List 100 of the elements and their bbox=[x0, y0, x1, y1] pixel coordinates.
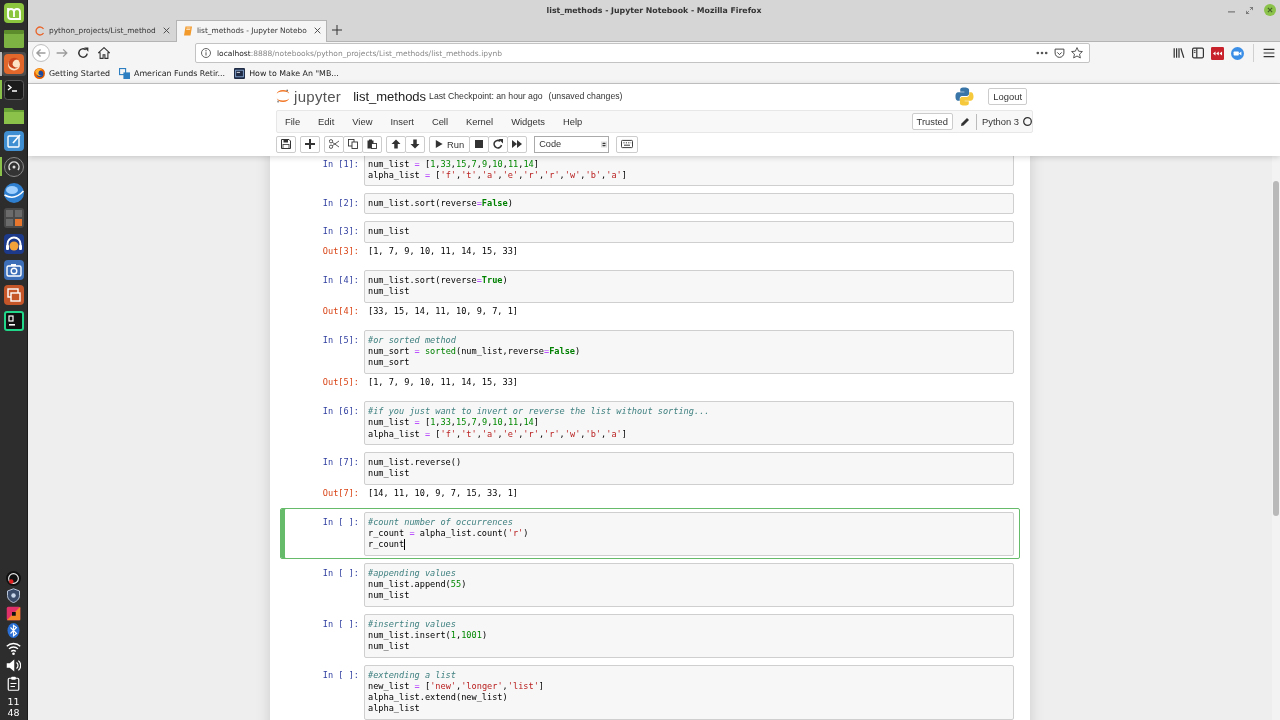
menu-item[interactable]: Insert bbox=[381, 116, 423, 127]
cell-type-select[interactable]: Code bbox=[534, 135, 610, 153]
code-input[interactable]: num_list.sort(reverse=False) bbox=[364, 193, 1014, 215]
home-icon[interactable] bbox=[97, 47, 110, 59]
clipboard-icon[interactable] bbox=[6, 675, 21, 691]
logo-text[interactable]: jupyter bbox=[294, 88, 342, 104]
pencil-icon[interactable] bbox=[960, 116, 970, 127]
code-cell[interactable]: In [ ]: #inserting values num_list.insert(1,1001) num_list bbox=[280, 610, 1020, 661]
reload-icon[interactable] bbox=[76, 47, 89, 59]
globe-icon[interactable] bbox=[4, 182, 24, 203]
plus-icon[interactable] bbox=[332, 24, 342, 35]
code-input[interactable]: #or sorted method num_sort = sorted(num_list,reverse=False) num_sort bbox=[364, 329, 1014, 374]
code-line: #inserting values bbox=[368, 618, 456, 630]
restart-button[interactable] bbox=[488, 135, 509, 153]
menu-item[interactable]: Kernel bbox=[457, 116, 503, 127]
browser-icon bbox=[34, 68, 45, 79]
code-input[interactable]: num_list.sort(reverse=True) num_list bbox=[364, 270, 1014, 303]
keyboard-button[interactable] bbox=[616, 135, 639, 153]
library-icon[interactable] bbox=[1173, 47, 1185, 59]
menu-item[interactable]: Help bbox=[554, 116, 592, 127]
volume-icon[interactable] bbox=[6, 658, 21, 673]
sidebar-icon[interactable] bbox=[1192, 47, 1204, 59]
code-line: #count number of occurrences bbox=[368, 516, 513, 529]
windows-icon[interactable] bbox=[4, 285, 24, 306]
camera-icon[interactable] bbox=[4, 259, 24, 280]
move-up-button[interactable] bbox=[386, 135, 406, 153]
code-input[interactable]: #inserting values num_list.insert(1,1001) num_list bbox=[364, 613, 1014, 658]
headphones-icon[interactable] bbox=[4, 234, 24, 255]
pocket-icon[interactable] bbox=[1054, 47, 1065, 59]
folder-icon[interactable] bbox=[4, 105, 24, 126]
arrow-down-icon bbox=[410, 139, 420, 149]
code-cell[interactable]: In [6]: #if you just want to invert or reverse the list without sorting... num_list = [1,33,15,7,9,10,11,14] alpha_list = ['f','t','a','e','r','r','w','b','a'] bbox=[280, 397, 1020, 449]
code-input[interactable]: #extending a list new_list = ['new','longer','list'] alpha_list.extend(new_list) alpha_list bbox=[364, 664, 1014, 720]
window-icon[interactable] bbox=[4, 28, 24, 49]
terminal-icon[interactable] bbox=[4, 79, 24, 100]
star-icon[interactable] bbox=[1071, 47, 1083, 59]
code-line: num_list.insert(1,1001) bbox=[368, 629, 488, 642]
code-cell[interactable]: In [2]: num_list.sort(reverse=False) bbox=[280, 189, 1020, 218]
code-cell[interactable]: In [ ]: #appending values num_list.append(55) num_list bbox=[280, 559, 1020, 611]
menu-item[interactable]: View bbox=[343, 116, 382, 127]
code-cell[interactable]: In [4]: num_list.sort(reverse=True) num_list Out[4]: [33, 15, 14, 11, 10, 9, 7, 1] bbox=[280, 266, 1020, 327]
close-icon[interactable] bbox=[314, 27, 321, 34]
app-tile-icon[interactable] bbox=[6, 605, 21, 621]
code-cell[interactable]: In [ ]: #extending a list new_list = ['new','longer','list'] alpha_list.extend(new_list) alpha_list bbox=[280, 661, 1020, 720]
cut-button[interactable] bbox=[324, 135, 344, 153]
menu-item[interactable]: Cell bbox=[422, 116, 458, 127]
ide-icon[interactable] bbox=[4, 311, 24, 332]
start-menu-icon[interactable] bbox=[4, 2, 24, 23]
browser-icon[interactable] bbox=[2, 52, 26, 77]
save-button[interactable] bbox=[276, 135, 296, 153]
code-input[interactable]: num_list.reverse() num_list bbox=[364, 451, 1014, 485]
menu-item[interactable]: File bbox=[277, 116, 310, 127]
input-prompt: In [ ]: bbox=[321, 566, 360, 580]
code-cell[interactable]: In [3]: num_list Out[3]: [1, 7, 9, 10, 11, 14, 15, 33] bbox=[280, 217, 1020, 267]
bluetooth-icon[interactable] bbox=[6, 623, 21, 638]
record-icon[interactable] bbox=[6, 570, 21, 586]
back-icon[interactable] bbox=[31, 44, 50, 62]
drawing-icon[interactable] bbox=[4, 131, 24, 152]
code-input[interactable]: #if you just want to invert or reverse the list without sorting... num_list = [1,33,15,7,9,10,11,14] alpha_list = ['f','t','a','e','r','r','w','b','a'] bbox=[364, 401, 1014, 445]
copy-button[interactable] bbox=[343, 135, 363, 153]
clock-hour[interactable]: 11 bbox=[7, 696, 20, 707]
close-icon[interactable] bbox=[163, 27, 170, 34]
video-camera-icon[interactable] bbox=[1231, 46, 1244, 60]
code-input[interactable]: num_list = [1,33,15,7,9,10,11,14] alpha_list = ['f','t','a','e','r','r','w','b','a'] bbox=[364, 156, 1014, 187]
logout-button[interactable]: Logout bbox=[988, 87, 1027, 105]
code-input[interactable]: #appending values num_list.append(55) num_list bbox=[364, 562, 1014, 607]
menu-item[interactable]: Edit bbox=[309, 116, 344, 127]
insert-cell-button[interactable] bbox=[300, 135, 320, 153]
interrupt-button[interactable] bbox=[469, 135, 490, 153]
fast-forward-icon bbox=[512, 139, 523, 149]
code-input[interactable]: num_list bbox=[364, 221, 1014, 243]
close-icon[interactable] bbox=[1264, 4, 1276, 16]
run-button[interactable]: Run bbox=[429, 135, 471, 153]
scrollbar-thumb[interactable] bbox=[1273, 181, 1279, 516]
menu-icon[interactable] bbox=[1263, 47, 1275, 59]
code-line: alpha_list = ['f','t','a','e','r','r','w','b','a'] bbox=[368, 169, 627, 182]
code-cell[interactable]: In [5]: #or sorted method num_sort = sorted(num_list,reverse=False) num_sort Out[5]: [1, 7, 9, 10, 11, 14, 15, 33] bbox=[280, 326, 1020, 398]
code-cell[interactable]: In [7]: num_list.reverse() num_list Out[7]: [14, 11, 10, 9, 7, 15, 33, 1] bbox=[280, 448, 1020, 509]
code-cell[interactable]: In [1]: num_list = [1,33,15,7,9,10,11,14] alpha_list = ['f','t','a','e','r','r','w','b','a'] bbox=[280, 156, 1020, 190]
code-line: new_list = ['new','longer','list'] bbox=[368, 680, 544, 693]
clock-minute[interactable]: 48 bbox=[7, 707, 20, 718]
paste-button[interactable] bbox=[362, 135, 382, 153]
code-input[interactable]: #count number of occurrences r_count = alpha_list.count('r') r_count bbox=[364, 511, 1014, 556]
move-down-button[interactable] bbox=[405, 135, 425, 153]
notebook-name[interactable]: list_methods bbox=[353, 88, 427, 104]
ring-icon[interactable] bbox=[4, 156, 24, 177]
maximize-icon[interactable] bbox=[1246, 6, 1253, 14]
shield-icon[interactable] bbox=[6, 588, 21, 603]
code-line: num_list bbox=[368, 590, 410, 602]
trusted-button[interactable]: Trusted bbox=[911, 113, 953, 130]
output-text: [14, 11, 10, 9, 7, 15, 33, 1] bbox=[368, 488, 519, 500]
menu-item[interactable]: Widgets bbox=[502, 116, 554, 127]
keyboard-icon bbox=[621, 138, 634, 150]
wifi-icon[interactable] bbox=[6, 640, 21, 656]
calculator-icon[interactable] bbox=[4, 208, 24, 229]
plus-icon bbox=[305, 139, 315, 149]
code-cell[interactable]: In [ ]: #count number of occurrences r_count = alpha_list.count('r') r_count bbox=[280, 508, 1020, 560]
arrow-up-icon bbox=[391, 139, 401, 149]
run-all-button[interactable] bbox=[507, 135, 528, 153]
rewind-icon[interactable] bbox=[1211, 46, 1224, 60]
